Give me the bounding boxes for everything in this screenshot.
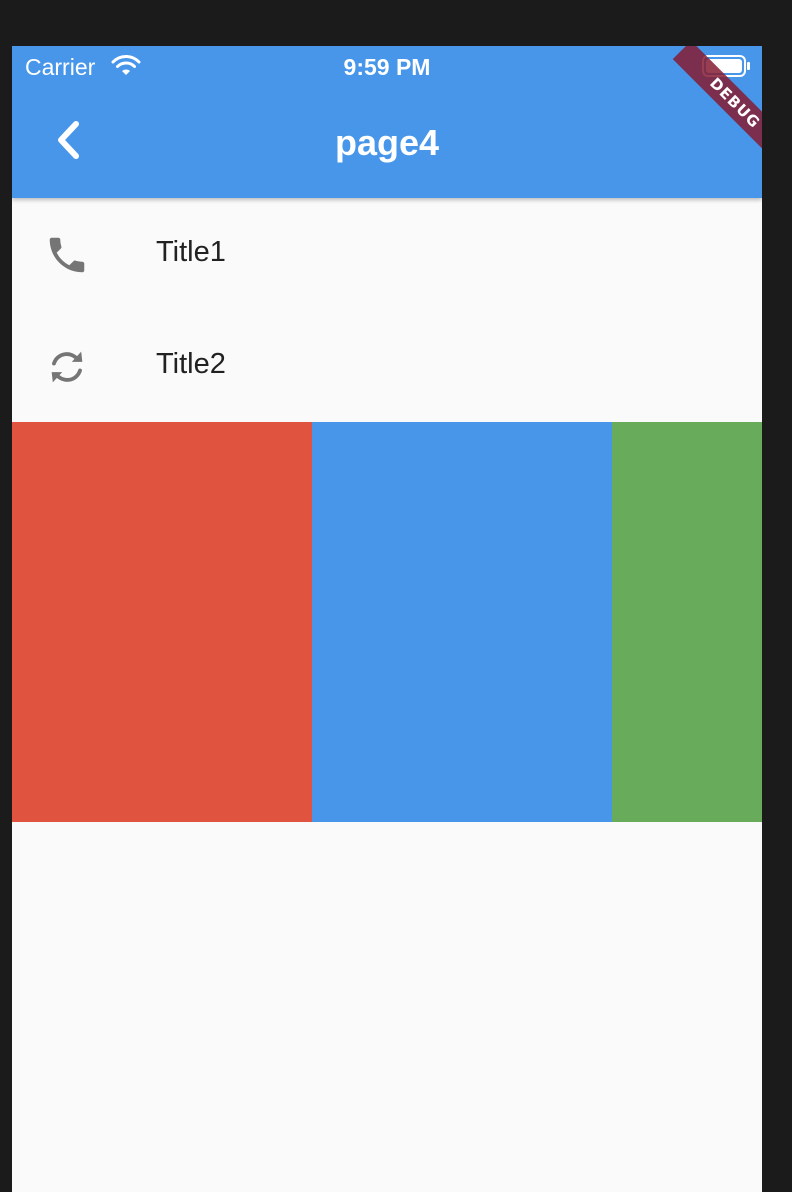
page-title: page4 (334, 122, 440, 163)
red-block (12, 422, 312, 822)
list-item-title: Title2 (156, 348, 226, 380)
list-item-title: Title1 (156, 236, 226, 268)
color-block-row (12, 422, 762, 822)
blue-block (312, 422, 612, 822)
green-block (612, 422, 762, 822)
phone-screen: Carrier 9:59 PM page4 Title1 Title2 DEBU… (12, 46, 762, 1192)
status-bar: Carrier 9:59 PM (12, 46, 762, 86)
list-item-title1[interactable]: Title1 (12, 198, 762, 310)
phone-icon (44, 232, 90, 278)
sync-icon (44, 344, 90, 390)
list-item-title2[interactable]: Title2 (12, 310, 762, 422)
status-time: 9:59 PM (343, 54, 431, 80)
app-bar: Carrier 9:59 PM page4 (12, 46, 762, 198)
